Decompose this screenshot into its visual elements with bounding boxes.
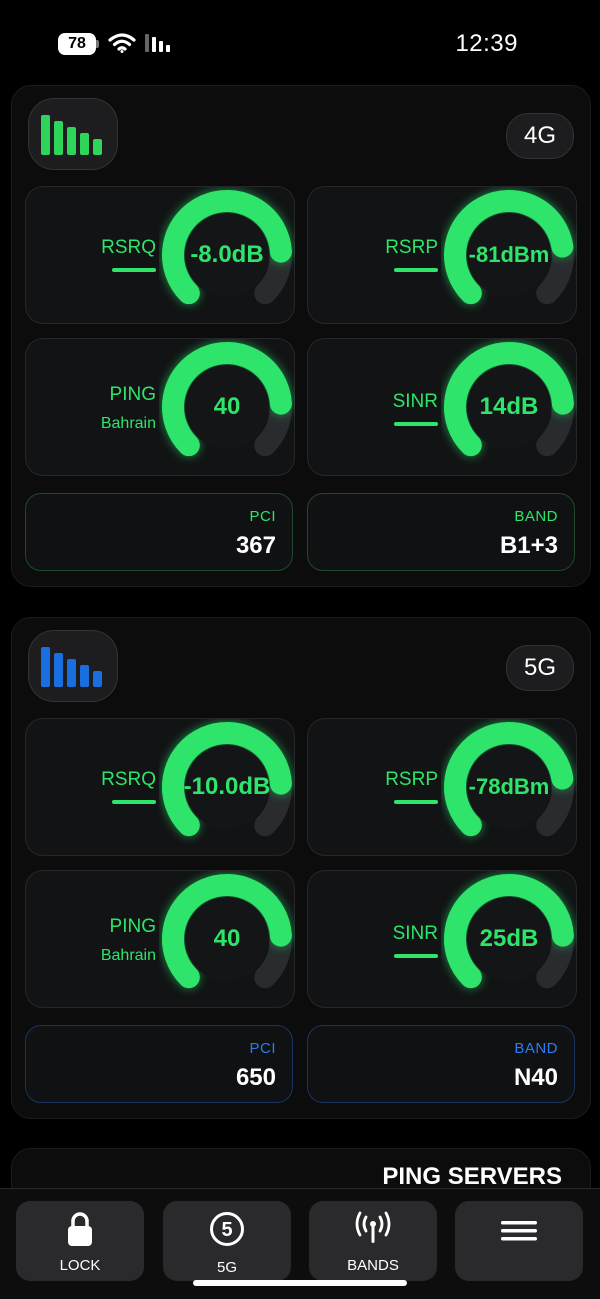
battery-level: 78 <box>68 35 86 52</box>
rsrp-label: RSRP <box>385 769 438 790</box>
signal-panel-4g: 4G RSRQ -8.0dB RSRP -81dBm PING Bahrain … <box>11 85 591 587</box>
pci-value: 367 <box>235 532 276 559</box>
band-value: N40 <box>513 1064 558 1091</box>
signal-bars-icon <box>41 647 102 687</box>
hamburger-menu-icon <box>501 1221 537 1241</box>
band-card[interactable]: BAND N40 <box>307 1025 575 1103</box>
band-value: B1+3 <box>499 532 558 559</box>
ping-card[interactable]: PING Bahrain 40 <box>25 338 295 476</box>
cellular-signal-icon <box>145 34 170 52</box>
signal-panel-5g: 5G RSRQ -10.0dB RSRP -78dBm PING Bahrain… <box>11 617 591 1119</box>
status-time: 12:39 <box>455 30 518 57</box>
5g-circle-icon: 5 <box>210 1212 244 1246</box>
5g-label: 5G <box>216 1259 237 1276</box>
5g-button[interactable]: 5 5G <box>163 1201 291 1281</box>
band-label: BAND <box>514 1040 558 1057</box>
rsrq-underline <box>112 800 156 804</box>
pci-card[interactable]: PCI 650 <box>25 1025 293 1103</box>
rsrq-card[interactable]: RSRQ -10.0dB <box>25 718 295 856</box>
pci-value: 650 <box>235 1064 276 1091</box>
ping-gauge: 40 <box>159 339 295 475</box>
battery-tip <box>96 40 99 48</box>
rsrp-underline <box>394 268 438 272</box>
status-bar: 78 12:39 <box>0 0 600 86</box>
ping-location: Bahrain <box>100 947 156 964</box>
pci-label: PCI <box>249 1040 276 1057</box>
rsrp-underline <box>394 800 438 804</box>
technology-badge[interactable]: 5G <box>506 645 574 691</box>
ping-gauge: 40 <box>159 871 295 1007</box>
sinr-label: SINR <box>392 923 438 944</box>
rsrp-label: RSRP <box>385 237 438 258</box>
sinr-underline <box>394 954 438 958</box>
rsrp-value: -78dBm <box>468 773 550 799</box>
bands-button[interactable]: BANDS <box>309 1201 437 1281</box>
rsrp-card[interactable]: RSRP -78dBm <box>307 718 577 856</box>
sinr-value: 25dB <box>479 924 539 952</box>
ping-location: Bahrain <box>100 415 156 432</box>
signal-strength-button[interactable] <box>28 98 118 170</box>
pci-card[interactable]: PCI 367 <box>25 493 293 571</box>
ping-label: PING <box>109 916 156 937</box>
rsrp-value: -81dBm <box>468 241 550 267</box>
antenna-icon <box>355 1211 391 1243</box>
signal-bars-icon <box>41 115 102 155</box>
sinr-gauge: 25dB <box>441 871 577 1007</box>
rsrp-gauge: -78dBm <box>441 719 577 855</box>
bands-label: BANDS <box>347 1257 399 1274</box>
ping-label: PING <box>109 384 156 405</box>
battery-icon: 78 <box>58 33 96 55</box>
rsrq-underline <box>112 268 156 272</box>
sinr-card[interactable]: SINR 25dB <box>307 870 577 1008</box>
rsrq-label: RSRQ <box>101 769 156 790</box>
sinr-card[interactable]: SINR 14dB <box>307 338 577 476</box>
ping-card[interactable]: PING Bahrain 40 <box>25 870 295 1008</box>
lock-button[interactable]: LOCK <box>16 1201 144 1281</box>
signal-strength-button[interactable] <box>28 630 118 702</box>
rsrq-value: -8.0dB <box>190 240 264 268</box>
lock-icon <box>68 1212 92 1246</box>
sinr-value: 14dB <box>479 392 539 420</box>
rsrq-value: -10.0dB <box>183 772 271 800</box>
menu-button[interactable] <box>455 1201 583 1281</box>
lock-label: LOCK <box>59 1257 101 1274</box>
band-card[interactable]: BAND B1+3 <box>307 493 575 571</box>
sinr-underline <box>394 422 438 426</box>
rsrq-gauge: -10.0dB <box>159 719 295 855</box>
rsrq-gauge: -8.0dB <box>159 187 295 323</box>
sinr-gauge: 14dB <box>441 339 577 475</box>
ping-value: 40 <box>213 392 241 420</box>
band-label: BAND <box>514 508 558 525</box>
rsrq-card[interactable]: RSRQ -8.0dB <box>25 186 295 324</box>
technology-badge[interactable]: 4G <box>506 113 574 159</box>
rsrp-card[interactable]: RSRP -81dBm <box>307 186 577 324</box>
rsrq-label: RSRQ <box>101 237 156 258</box>
5g-circle-glyph: 5 <box>221 1219 232 1241</box>
ping-value: 40 <box>213 924 241 952</box>
home-indicator <box>193 1280 407 1286</box>
ping-servers-title: PING SERVERS <box>382 1163 562 1190</box>
sinr-label: SINR <box>392 391 438 412</box>
pci-label: PCI <box>249 508 276 525</box>
wifi-icon <box>108 33 136 53</box>
rsrp-gauge: -81dBm <box>441 187 577 323</box>
